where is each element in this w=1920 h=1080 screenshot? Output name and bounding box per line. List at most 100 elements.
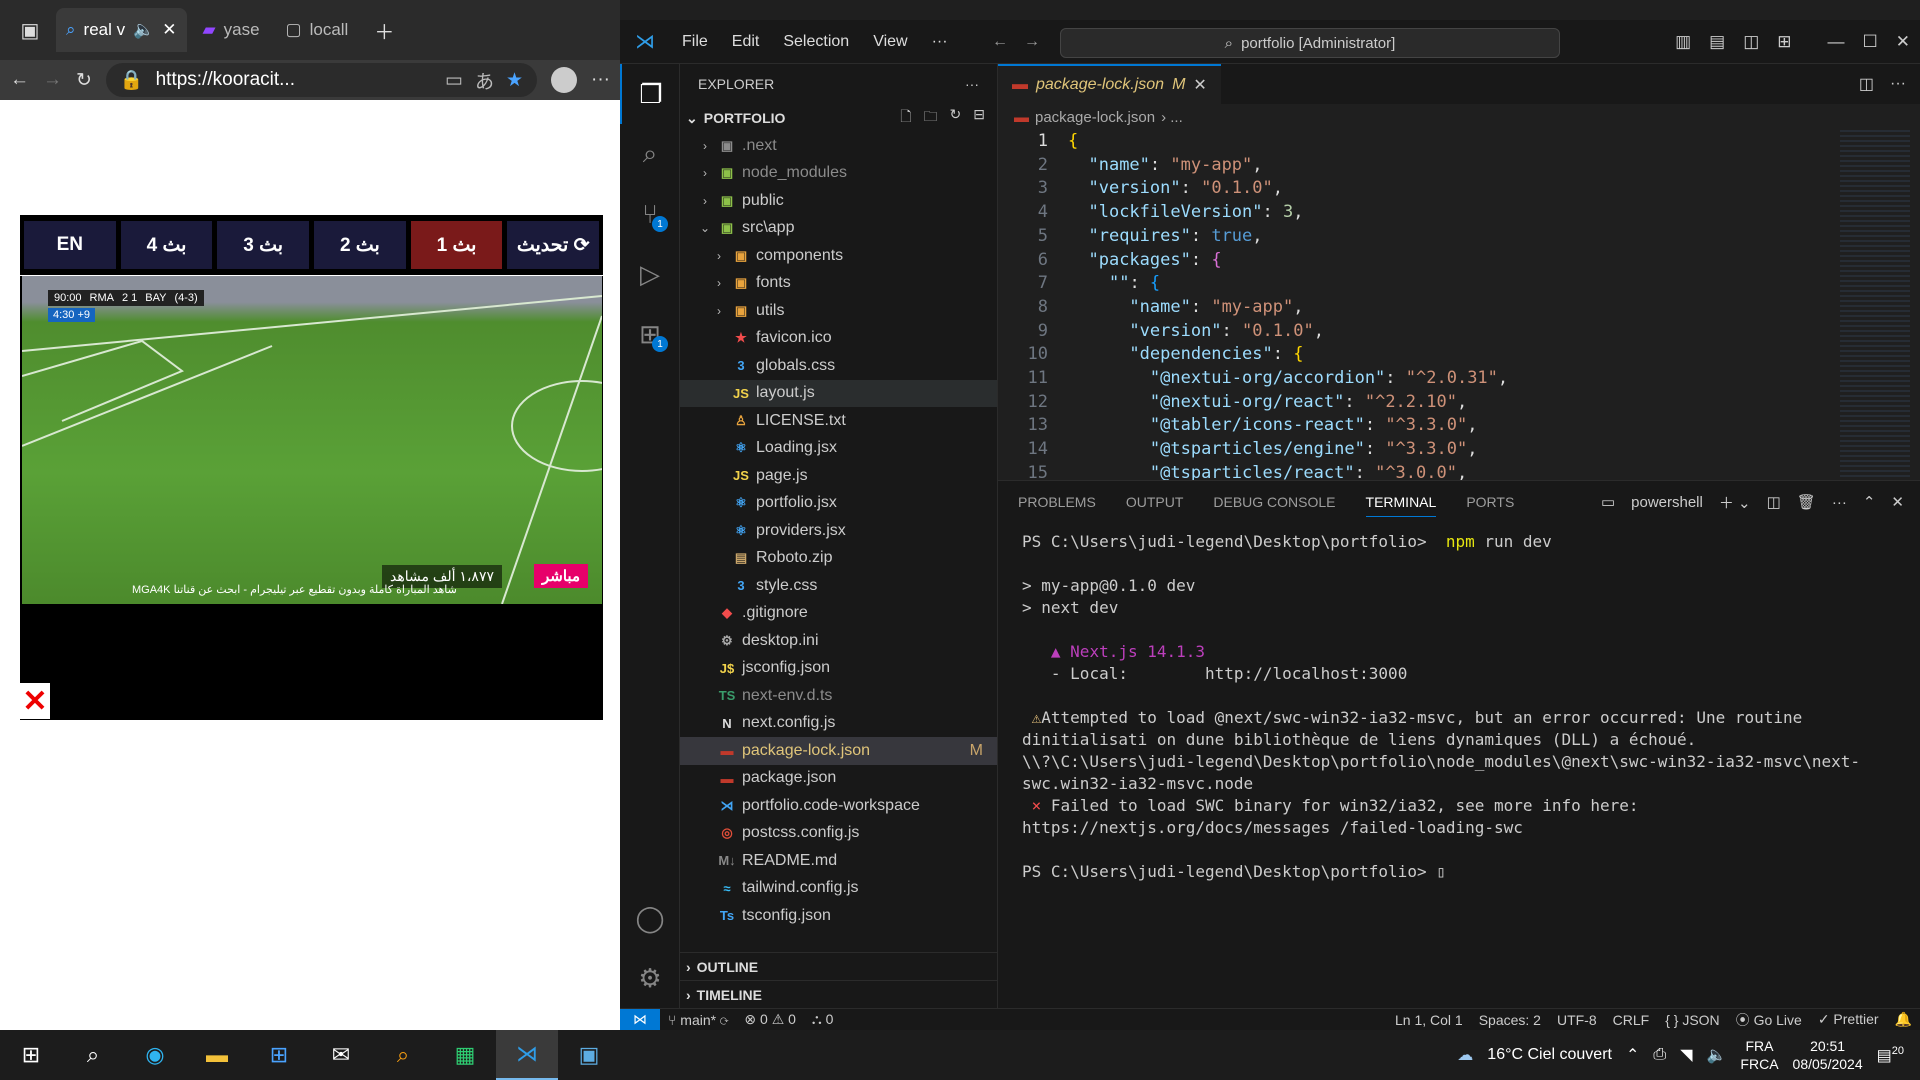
terminal-app-icon[interactable]: ▣ [558,1030,620,1080]
tree-item[interactable]: ♙ LICENSE.txt [680,407,997,435]
toggle-secondary-sidebar-icon[interactable]: ◫ [1743,32,1759,52]
menu-edit[interactable]: Edit [720,33,772,51]
tab-actions-icon[interactable]: ▣ [10,10,50,50]
tree-item[interactable]: JS page.js [680,462,997,490]
close-window-icon[interactable]: ✕ [1896,32,1910,52]
source-control-icon[interactable]: ⑂ 1 [620,184,680,244]
tree-item[interactable]: › ▣ components [680,242,997,270]
tree-item[interactable]: Ts tsconfig.json [680,902,997,930]
tree-item[interactable]: ▤ Roboto.zip [680,545,997,573]
panel-tab-ports[interactable]: PORTS [1466,494,1514,510]
extensions-icon[interactable]: ⊞ 1 [620,304,680,364]
toggle-panel-icon[interactable]: ▤ [1709,32,1725,52]
minimize-icon[interactable]: — [1828,32,1845,52]
tree-item[interactable]: ▬ package.json [680,765,997,793]
nav-back-icon[interactable]: ← [992,33,1008,51]
tree-item[interactable]: ⚙ desktop.ini [680,627,997,655]
language-indicator[interactable]: FRA FRCA [1740,1037,1778,1073]
code-area[interactable]: 1{2 "name": "my-app", 3 "version": "0.1.0… [998,130,1830,530]
indent-setting[interactable]: Spaces: 2 [1471,1012,1549,1028]
tree-item[interactable]: ⋊ portfolio.code-workspace [680,792,997,820]
tree-item[interactable]: ◆ .gitignore [680,600,997,628]
notifications-bell-icon[interactable]: 🔔 [1887,1011,1920,1028]
cursor-position[interactable]: Ln 1, Col 1 [1387,1012,1471,1028]
tree-item[interactable]: TS next-env.d.ts [680,682,997,710]
tree-item[interactable]: 3 style.css [680,572,997,600]
file-encoding[interactable]: UTF-8 [1549,1012,1605,1028]
toggle-sidebar-icon[interactable]: ▥ [1675,32,1691,52]
tree-item[interactable]: › ▣ node_modules [680,160,997,188]
close-tab-icon[interactable]: ✕ [1193,75,1206,95]
tree-item[interactable]: ★ favicon.ico [680,325,997,353]
close-panel-icon[interactable]: ✕ [1891,493,1904,511]
go-live-button[interactable]: ⦿ Go Live [1728,1010,1810,1030]
start-windows-icon[interactable]: ⊞ [0,1030,62,1080]
weather-text[interactable]: 16°C Ciel couvert [1487,1046,1612,1064]
menu-selection[interactable]: Selection [771,33,861,51]
tree-item[interactable]: ≈ tailwind.config.js [680,875,997,903]
tree-item[interactable]: ⚛ portfolio.jsx [680,490,997,518]
sync-icon[interactable]: ⟳ [720,1012,728,1028]
explorer-more-icon[interactable]: ··· [965,76,979,92]
green-app-icon[interactable]: ▦ [434,1030,496,1080]
prettier-status[interactable]: ✓ Prettier [1810,1011,1887,1028]
tree-item[interactable]: › ▣ public [680,187,997,215]
run-debug-icon[interactable]: ▷ [620,244,680,304]
vscode-taskbar-icon[interactable]: ⋊ [496,1030,558,1080]
terminal-shell-label[interactable]: powershell [1631,494,1703,511]
search-app-icon[interactable]: ⌕ [372,1030,434,1080]
tree-item[interactable]: J$ jsconfig.json [680,655,997,683]
stream-4-button[interactable]: بث 4 [120,221,213,269]
new-folder-icon[interactable]: 🗀 [924,106,938,130]
translate-icon[interactable]: あ [475,67,494,94]
outline-section[interactable]: › OUTLINE [680,952,997,980]
stream-lang-en[interactable]: EN [24,221,116,269]
breadcrumb-file[interactable]: package-lock.json [1035,109,1155,126]
tree-item[interactable]: M↓ README.md [680,847,997,875]
network-icon[interactable]: ◥ [1680,1045,1692,1065]
panel-tab-problems[interactable]: PROBLEMS [1018,494,1096,510]
tree-item[interactable]: › ▣ fonts [680,270,997,298]
terminal-output[interactable]: PS C:\Users\judi-legend\Desktop\portfoli… [998,523,1920,891]
reader-icon[interactable]: ▭ [445,69,463,92]
url-field[interactable]: 🔒 https://kooracit... ▭ あ ★ [105,63,538,97]
ports-count[interactable]: ⛬ 0 [804,1011,841,1028]
edge-icon[interactable]: ◉ [124,1030,186,1080]
stream-3-button[interactable]: بث 3 [217,221,310,269]
tree-item[interactable]: 3 globals.css [680,352,997,380]
tree-item[interactable]: ⚛ Loading.jsx [680,435,997,463]
refresh-button[interactable]: تحديث ⟳ [507,221,600,269]
mail-icon[interactable]: ✉ [310,1030,372,1080]
reload-icon[interactable]: ↻ [76,69,92,92]
timeline-section[interactable]: › TIMELINE [680,980,997,1008]
split-terminal-icon[interactable]: ◫ [1767,493,1781,511]
accounts-icon[interactable]: ◯ [620,888,680,948]
favorite-star-icon[interactable]: ★ [506,69,523,92]
forward-icon[interactable]: → [43,69,62,91]
speaker-icon[interactable]: 🔈 [133,20,154,40]
menu-view[interactable]: View [861,33,919,51]
language-mode[interactable]: { } JSON [1657,1012,1727,1028]
git-branch[interactable]: ⑂ main* ⟳ [660,1012,736,1028]
close-ad-button[interactable]: ✕ [20,683,50,719]
notification-center-icon[interactable]: ▤20 [1877,1045,1904,1065]
end-of-line[interactable]: CRLF [1605,1012,1658,1028]
taskbar-search-icon[interactable]: ⌕ [62,1030,124,1080]
menu-more[interactable]: ··· [920,33,960,51]
tree-item[interactable]: ⌄ ▣ src\app [680,215,997,243]
meet-icon[interactable]: ⎙ [1653,1046,1666,1064]
project-section[interactable]: ⌄ PORTFOLIO 🗋 🗀 ↻ ⊟ [680,104,997,132]
new-file-icon[interactable]: 🗋 [900,106,911,130]
editor-more-icon[interactable]: ··· [1890,75,1920,93]
close-tab-icon[interactable]: ✕ [162,20,176,40]
manage-gear-icon[interactable]: ⚙ [620,948,680,1008]
browser-tab-2[interactable]: ▰ yase [193,8,270,52]
new-tab-icon[interactable]: ＋ [364,10,404,50]
back-icon[interactable]: ← [10,69,29,91]
tree-item[interactable]: › ▣ .next [680,132,997,160]
explorer-icon[interactable]: ❐ [620,64,680,124]
panel-tab-output[interactable]: OUTPUT [1126,494,1184,510]
menu-file[interactable]: File [670,33,720,51]
tray-chevron-up-icon[interactable]: ⌃ [1626,1045,1639,1065]
tree-item[interactable]: ⚛ providers.jsx [680,517,997,545]
